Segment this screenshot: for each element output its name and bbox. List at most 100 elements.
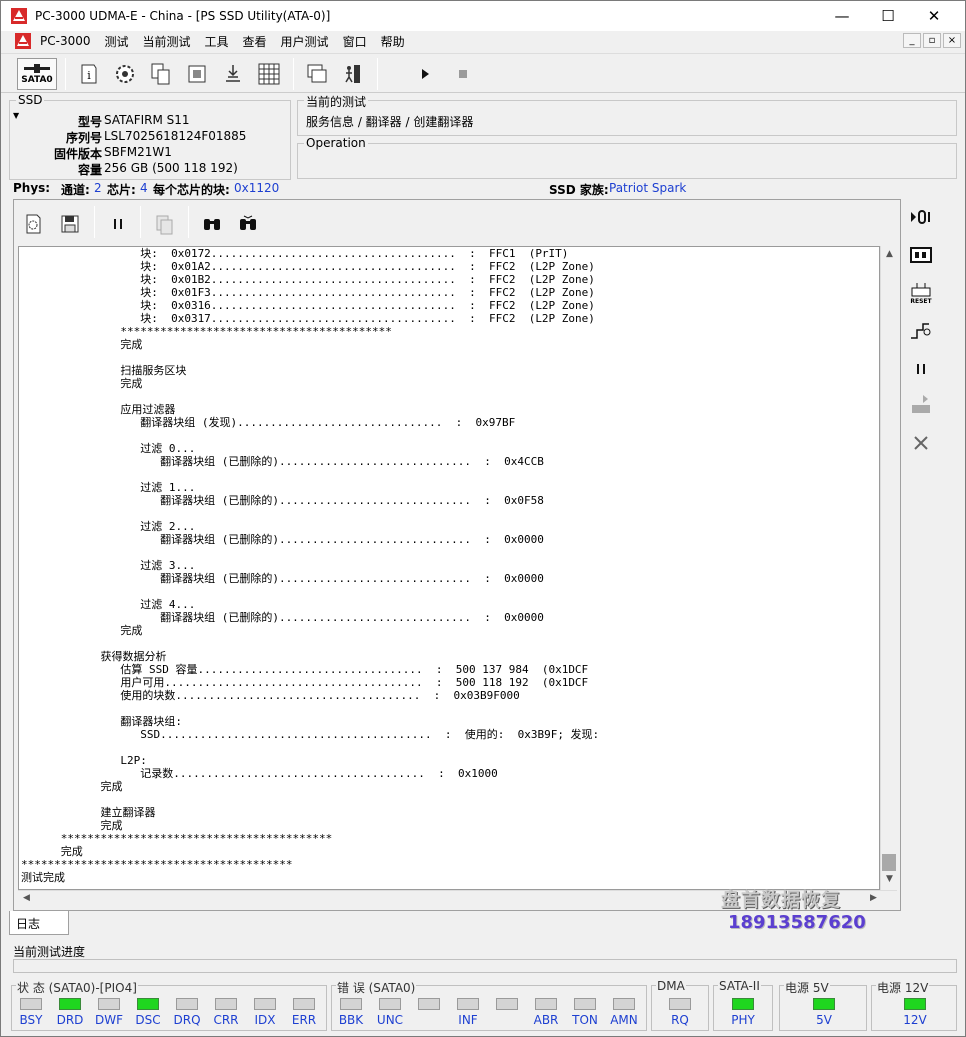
blocks-per-chip-label: 每个芯片的块: [153,183,230,197]
ssd-family-label: SSD 家族: [549,183,609,197]
windows-button[interactable] [301,58,333,90]
ssd-serial-row: 序列号 LSL7025618124F01885 [10,129,290,145]
gear-icon [116,65,134,83]
minimize-button[interactable]: — [819,1,865,31]
signal-button[interactable] [907,317,935,345]
sata2-group: SATA-II PHY [713,979,773,1031]
log-save-button[interactable] [54,208,86,240]
ssd-firmware-row: 固件版本 SBFM21W1 [10,145,290,161]
stop-button[interactable] [447,58,479,90]
scroll-thumb[interactable] [882,854,896,871]
menu-tools[interactable]: 工具 [198,33,236,50]
log-copy-button[interactable] [148,208,180,240]
menu-user-test[interactable]: 用户测试 [274,33,336,50]
serial-value: LSL7025618124F01885 [104,129,247,143]
svg-text:i: i [87,69,91,82]
chip-icon [188,65,206,83]
channels-label: 通道: [61,183,90,197]
window-title: PC-3000 UDMA-E - China - [PS SSD Utility… [35,9,331,23]
menu-test[interactable]: 测试 [97,33,135,50]
scroll-right-icon[interactable]: ▶ [866,891,881,906]
chip-play-icon [912,395,930,413]
scroll-down-icon[interactable]: ▼ [882,872,897,887]
log-vertical-scrollbar[interactable]: ▲ ▼ [880,246,897,890]
power-5v-group: 电源 5V 5V [779,979,867,1031]
menu-view[interactable]: 查看 [236,33,274,50]
operation-title: Operation [304,136,368,150]
port-icon [24,64,50,73]
test-progress-bar [13,959,957,973]
sata0-port-button[interactable]: SATA0 [17,58,57,90]
error-group-title: 错 误 (SATA0) [336,979,417,996]
scroll-left-icon[interactable]: ◀ [19,891,34,906]
log-find-button[interactable] [196,208,228,240]
led-label: RQ [671,1013,689,1027]
tools-button[interactable] [907,429,935,457]
board-button[interactable] [907,241,935,269]
mdi-close-button[interactable]: × [943,33,961,48]
tab-log[interactable]: 日志 [9,911,69,935]
copy-button[interactable] [145,58,177,90]
scroll-up-icon[interactable]: ▲ [882,247,897,262]
chip-play-button[interactable] [907,391,935,419]
exit-button[interactable] [337,58,369,90]
status-group: 状 态 (SATA0)-[PIO4] BSY DRD DWF DSC DRQ CRR IDX… [11,979,327,1031]
menu-window[interactable]: 窗口 [336,33,374,50]
menu-pc3000[interactable]: PC-3000 [33,34,97,48]
led-indicator [904,998,926,1010]
led-label: ABR [533,1013,559,1027]
maximize-button[interactable]: ☐ [865,1,911,31]
pc3000-menu-icon[interactable] [15,33,31,49]
pc3000-logo-icon [11,8,27,24]
led-label: CRR [213,1013,239,1027]
led-indicator [379,998,401,1010]
flash-button[interactable] [217,58,249,90]
firmware-value: SBFM21W1 [104,145,172,159]
led-label: 12V [903,1013,927,1027]
watermark-company: 盘首数据恢复 [721,889,842,911]
chips-value: 4 [140,181,148,195]
ssd-group-title: SSD [16,93,45,107]
log-output[interactable]: 块: 0x0172...............................… [18,246,880,890]
play-button[interactable] [409,58,441,90]
led-indicator [59,998,81,1010]
flash-icon [226,65,240,82]
mdi-minimize-button[interactable]: _ [903,33,921,48]
log-panel: 块: 0x0172...............................… [13,199,901,911]
power-12v-group: 电源 12V 12V [871,979,957,1031]
wrench-hammer-icon [914,436,928,450]
side-pause-button[interactable] [907,355,935,383]
led-indicator [98,998,120,1010]
mdi-restore-button[interactable]: ▫ [923,33,941,48]
led-indicator [418,998,440,1010]
ssd-info-group: SSD ▼ 型号 SATAFIRM S11 序列号 LSL7025618124F… [9,93,291,180]
log-settings-button[interactable] [18,208,50,240]
menu-current-test[interactable]: 当前测试 [136,33,198,50]
phys-info-bar: Phys: 通道: 2 芯片: 4 每个芯片的块: 0x1120 SSD 家族:… [13,181,913,197]
log-find-next-button[interactable] [232,208,264,240]
led-label: IDX [254,1013,276,1027]
operation-group: Operation [297,136,957,179]
grid-button[interactable] [253,58,285,90]
led-indicator [20,998,42,1010]
copy-disabled-icon [156,215,173,235]
reset-button[interactable]: RESET [907,279,935,307]
firmware-label: 固件版本 [53,147,102,161]
exit-door-icon [345,65,360,83]
chips-label: 芯片: [107,183,136,197]
drive-info-button[interactable]: i [73,58,105,90]
led-indicator [340,998,362,1010]
log-pause-button[interactable] [102,208,134,240]
led-indicator [137,998,159,1010]
watermark-phone: 18913587620 [728,912,866,933]
close-button[interactable]: ✕ [911,1,957,31]
menu-help[interactable]: 帮助 [374,33,412,50]
stop-icon [459,70,467,78]
led-label: DWF [94,1013,123,1027]
led-indicator [176,998,198,1010]
chip-tool-button[interactable] [181,58,213,90]
power-toggle-button[interactable] [907,203,935,231]
utilities-button[interactable] [109,58,141,90]
led-indicator [535,998,557,1010]
led-indicator [669,998,691,1010]
